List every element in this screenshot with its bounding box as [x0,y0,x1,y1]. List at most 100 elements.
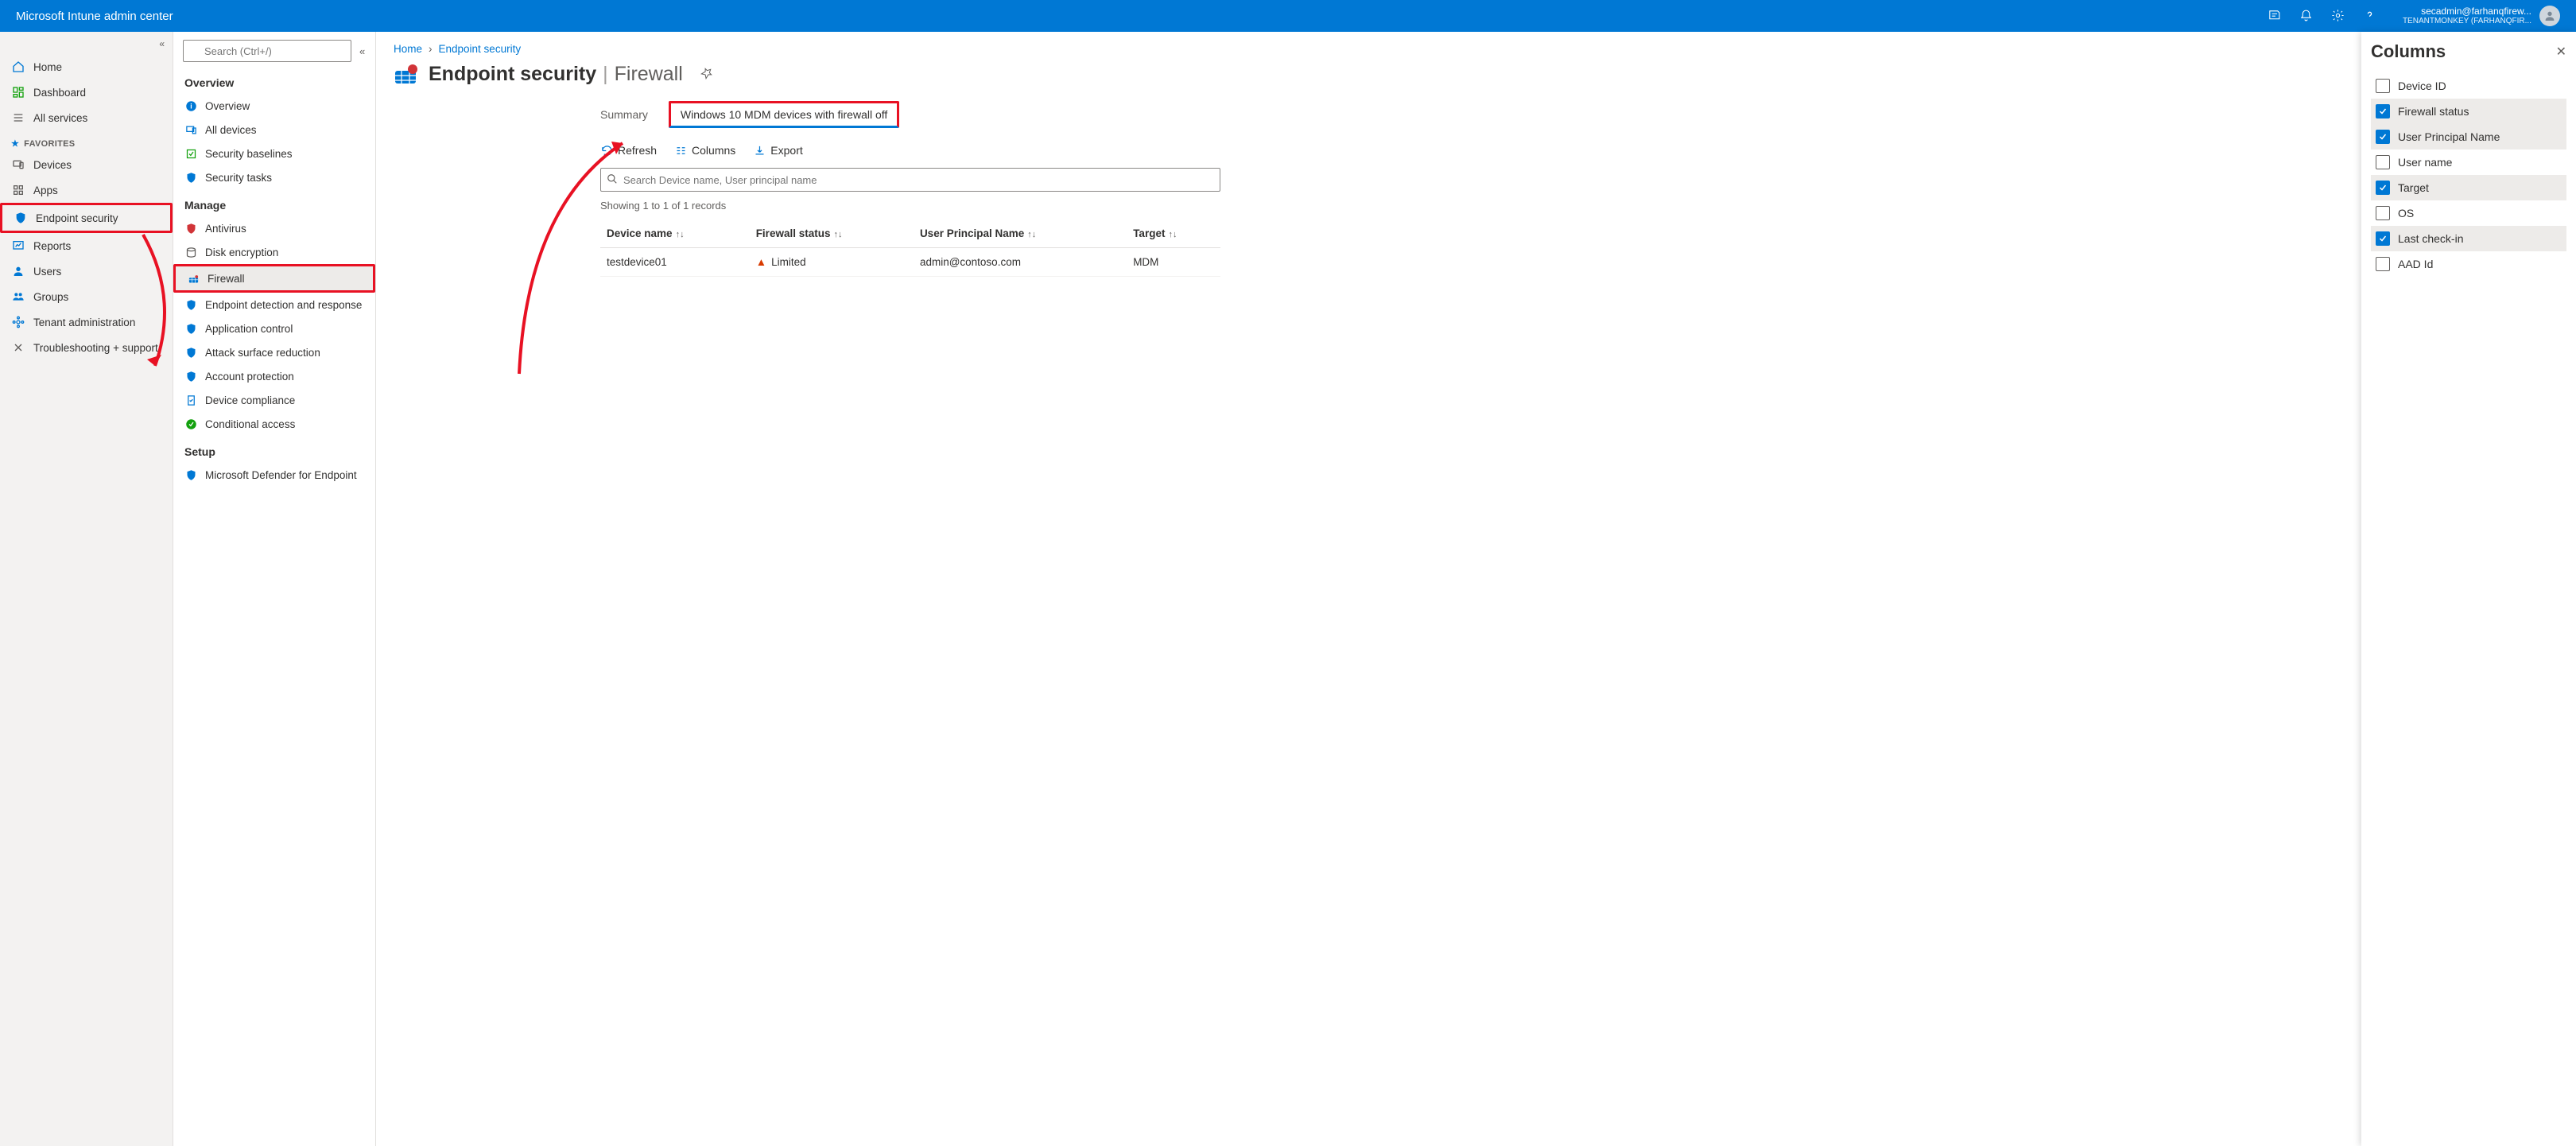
sec-firewall[interactable]: Firewall [173,264,375,293]
column-option-label: OS [2398,207,2414,219]
checkbox[interactable] [2376,79,2390,93]
nav-users[interactable]: Users [0,258,173,284]
column-option[interactable]: User name [2371,150,2566,175]
home-icon [11,60,25,74]
sort-icon: ↑↓ [1027,230,1036,239]
compliance-icon [184,394,197,406]
nav-reports[interactable]: Reports [0,233,173,258]
tab-summary[interactable]: Summary [600,103,648,126]
cell-device: testdevice01 [600,248,750,277]
checkbox[interactable] [2376,104,2390,118]
secondary-nav: « Overview iOverview All devices Securit… [173,32,376,1146]
nav-troubleshoot[interactable]: Troubleshooting + support [0,335,173,360]
nav-users-label: Users [33,266,61,278]
column-option[interactable]: Device ID [2371,73,2566,99]
sec-app-control[interactable]: Application control [173,317,375,340]
sec-edr[interactable]: Endpoint detection and response [173,293,375,317]
column-option-label: Last check-in [2398,232,2463,245]
sec-defender-endpoint[interactable]: Microsoft Defender for Endpoint [173,463,375,487]
nav-devices[interactable]: Devices [0,152,173,177]
chevron-right-icon: › [429,43,433,55]
devices-icon [184,123,197,136]
col-upn[interactable]: User Principal Name↑↓ [914,219,1127,248]
checkbox[interactable] [2376,231,2390,246]
table-header-row: Device name↑↓ Firewall status↑↓ User Pri… [600,219,1220,248]
devices-table: Device name↑↓ Firewall status↑↓ User Pri… [600,219,1220,277]
breadcrumb: Home › Endpoint security [394,43,2559,55]
sec-device-compliance-label: Device compliance [205,394,295,406]
device-search-input[interactable] [600,168,1220,192]
list-icon [11,111,25,125]
refresh-label: Refresh [618,144,657,157]
nav-all-services[interactable]: All services [0,105,173,130]
column-option-label: User name [2398,156,2452,169]
column-option[interactable]: Target [2371,175,2566,200]
user-tenant: TENANTMONKEY (FARHANQFIR... [2403,17,2531,26]
sec-overview[interactable]: iOverview [173,94,375,118]
page-title-text: Endpoint security [429,63,596,86]
sec-all-devices[interactable]: All devices [173,118,375,142]
nav-tenant-admin[interactable]: Tenant administration [0,309,173,335]
left-nav: « Home Dashboard All services ★FAVORITES… [0,32,173,1146]
collapse-nav-icon[interactable]: « [159,38,165,49]
sec-antivirus-label: Antivirus [205,223,246,235]
sec-conditional-access-label: Conditional access [205,418,295,430]
checkbox[interactable] [2376,257,2390,271]
breadcrumb-endpoint-security[interactable]: Endpoint security [439,43,522,55]
nav-groups[interactable]: Groups [0,284,173,309]
shield-icon [14,211,28,225]
column-option[interactable]: Last check-in [2371,226,2566,251]
sec-antivirus[interactable]: Antivirus [173,216,375,240]
breadcrumb-home[interactable]: Home [394,43,422,55]
sec-account-protection[interactable]: Account protection [173,364,375,388]
pin-icon[interactable] [700,67,715,81]
sec-edr-label: Endpoint detection and response [205,299,362,311]
sec-asr[interactable]: Attack surface reduction [173,340,375,364]
sec-tasks[interactable]: Security tasks [173,165,375,189]
devices-icon [11,157,25,172]
column-option[interactable]: OS [2371,200,2566,226]
refresh-button[interactable]: Refresh [600,144,657,157]
nav-home[interactable]: Home [0,54,173,80]
export-button[interactable]: Export [753,144,802,157]
columns-button[interactable]: Columns [674,144,735,157]
sec-disk-encryption[interactable]: Disk encryption [173,240,375,264]
sec-baselines-label: Security baselines [205,148,293,160]
secondary-search-input[interactable] [183,40,351,62]
checkbox[interactable] [2376,206,2390,220]
sec-device-compliance[interactable]: Device compliance [173,388,375,412]
tenant-icon [11,315,25,329]
checkbox[interactable] [2376,155,2390,169]
close-icon[interactable]: ✕ [2556,44,2566,60]
overview-section-header: Overview [173,67,375,94]
disk-icon [184,246,197,258]
nav-endpoint-security[interactable]: Endpoint security [0,203,173,233]
nav-dashboard[interactable]: Dashboard [0,80,173,105]
column-option[interactable]: AAD Id [2371,251,2566,277]
settings-icon[interactable] [2331,9,2345,23]
collapse-secondary-icon[interactable]: « [356,45,368,57]
nav-apps[interactable]: Apps [0,177,173,203]
checkbox[interactable] [2376,181,2390,195]
table-row[interactable]: testdevice01 ▲Limited admin@contoso.com … [600,248,1220,277]
checkbox[interactable] [2376,130,2390,144]
col-target[interactable]: Target↑↓ [1127,219,1220,248]
sec-conditional-access[interactable]: Conditional access [173,412,375,436]
col-firewall-status[interactable]: Firewall status↑↓ [750,219,914,248]
column-option[interactable]: User Principal Name [2371,124,2566,150]
columns-flyout: Columns✕ Device IDFirewall statusUser Pr… [2361,32,2576,1146]
nav-reports-label: Reports [33,240,71,252]
shield-icon [184,322,197,335]
column-option[interactable]: Firewall status [2371,99,2566,124]
user-menu[interactable]: secadmin@farhanqfirew... TENANTMONKEY (F… [2403,6,2560,26]
notifications-icon[interactable] [2299,9,2314,23]
feedback-icon[interactable] [2268,9,2282,23]
col-device-name[interactable]: Device name↑↓ [600,219,750,248]
shield-icon [184,370,197,383]
sec-baselines[interactable]: Security baselines [173,142,375,165]
nav-home-label: Home [33,61,62,73]
avatar[interactable] [2539,6,2560,26]
columns-label: Columns [692,144,735,157]
tab-mdm-firewall-off[interactable]: Windows 10 MDM devices with firewall off [669,101,899,128]
help-icon[interactable] [2363,9,2377,23]
